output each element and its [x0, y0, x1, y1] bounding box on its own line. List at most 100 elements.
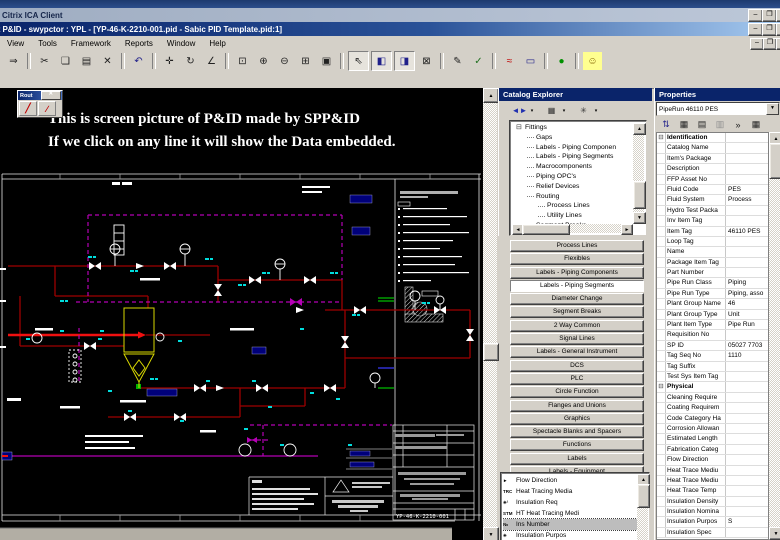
- property-row[interactable]: ⊟Identification: [657, 133, 768, 143]
- label-item-ht-heat-tracing-medi[interactable]: STMHT Heat Tracing Medi: [503, 508, 637, 519]
- palette-button-dcs[interactable]: DCS: [510, 360, 644, 372]
- palette-button-signal-lines[interactable]: Signal Lines: [510, 333, 644, 345]
- menu-framework[interactable]: Framework: [64, 39, 118, 48]
- app-restore-button[interactable]: ❐: [762, 23, 777, 36]
- property-row[interactable]: Heat Trace Mediu: [657, 476, 768, 486]
- menu-tools[interactable]: Tools: [31, 39, 64, 48]
- palette-button-flanges-and-unions[interactable]: Flanges and Unions: [510, 400, 644, 412]
- property-row[interactable]: ⊟Physical: [657, 382, 768, 392]
- property-row[interactable]: Insulation Spec: [657, 528, 768, 538]
- palette-button-diameter-change[interactable]: Diameter Change: [510, 293, 644, 305]
- property-value[interactable]: [726, 154, 768, 163]
- property-value[interactable]: [726, 133, 768, 142]
- property-value[interactable]: Piping, asso: [726, 289, 768, 298]
- smiley-icon[interactable]: ☺: [583, 52, 602, 70]
- select-group-icon[interactable]: ⊠: [417, 52, 436, 70]
- tree-item-gaps[interactable]: Gaps: [512, 133, 633, 143]
- zoom-in-icon[interactable]: ⊕: [254, 52, 273, 70]
- property-value[interactable]: [726, 216, 768, 225]
- property-value[interactable]: [726, 476, 768, 485]
- app-titlebar[interactable]: SmartPlant P&ID - swypctor : YPL - [YP-4…: [0, 22, 780, 36]
- property-value[interactable]: [726, 414, 768, 423]
- property-row[interactable]: Pipe Run TypePiping, asso: [657, 289, 768, 299]
- route-pipe-icon[interactable]: ╱: [19, 101, 37, 116]
- scroll-right-icon[interactable]: ►: [621, 224, 633, 235]
- select-segment-icon[interactable]: ◨: [394, 51, 415, 71]
- property-value[interactable]: 46: [726, 299, 768, 308]
- property-row[interactable]: Heat Trace Temp: [657, 486, 768, 496]
- property-row[interactable]: Loop Tag: [657, 237, 768, 247]
- scrollbar-thumb[interactable]: [637, 484, 650, 508]
- palette-button-process-lines[interactable]: Process Lines: [510, 240, 644, 252]
- property-value[interactable]: 46110 PES: [726, 227, 768, 236]
- route-toolbar-titlebar[interactable]: Rout ✕: [18, 91, 62, 100]
- property-value[interactable]: Unit: [726, 310, 768, 319]
- copy-icon[interactable]: ❏: [56, 52, 75, 70]
- palette-button-functions[interactable]: Functions: [510, 439, 644, 451]
- property-row[interactable]: Plant Group TypeUnit: [657, 310, 768, 320]
- route-point-icon[interactable]: ∕: [38, 101, 56, 116]
- fit-view-icon[interactable]: ◄►: [511, 106, 528, 115]
- category-view-icon[interactable]: ▦: [676, 117, 692, 132]
- scrollbar-thumb[interactable]: [483, 343, 499, 361]
- property-value[interactable]: [726, 434, 768, 443]
- menu-reports[interactable]: Reports: [118, 39, 160, 48]
- property-row[interactable]: Fabrication Categ: [657, 445, 768, 455]
- property-value[interactable]: [726, 175, 768, 184]
- palette-button-circle-function[interactable]: Circle Function: [510, 386, 644, 398]
- property-value[interactable]: [726, 206, 768, 215]
- property-row[interactable]: Test Sys Item Tag: [657, 372, 768, 382]
- tree-item-process-lines[interactable]: Process Lines: [512, 201, 633, 211]
- property-row[interactable]: Item's Package: [657, 154, 768, 164]
- scroll-up-icon[interactable]: ▲: [633, 123, 646, 135]
- scroll-down-icon[interactable]: ▼: [769, 527, 780, 540]
- property-value[interactable]: [726, 445, 768, 454]
- verify-icon[interactable]: ✓: [469, 52, 488, 70]
- tree-hscrollbar[interactable]: ◄ ►: [512, 224, 633, 233]
- print-icon[interactable]: ⇒: [4, 52, 23, 70]
- select-icon[interactable]: ⇖: [348, 51, 369, 71]
- property-row[interactable]: Plant Group Name46: [657, 299, 768, 309]
- drawing-canvas[interactable]: YP-46-K-2210-001: [0, 88, 483, 540]
- properties-item-selector[interactable]: PipeRun 46110 PES ▼: [656, 102, 780, 116]
- property-value[interactable]: Pipe Run: [726, 320, 768, 329]
- scrollbar-thumb[interactable]: [522, 224, 570, 235]
- details-view-icon[interactable]: ▤: [694, 117, 710, 132]
- tree-item-macrocomponents[interactable]: Macrocomponents: [512, 162, 633, 172]
- settings-icon[interactable]: ✳: [575, 106, 592, 115]
- property-row[interactable]: Code Category Ha: [657, 414, 768, 424]
- property-row[interactable]: Cleaning Require: [657, 393, 768, 403]
- chevron-down-icon[interactable]: ▾: [592, 108, 600, 114]
- property-value[interactable]: [726, 164, 768, 173]
- property-row[interactable]: Part Number: [657, 268, 768, 278]
- doc-minimize-button[interactable]: –: [750, 38, 764, 50]
- property-value[interactable]: [726, 143, 768, 152]
- minimize-button[interactable]: –: [748, 9, 763, 22]
- property-row[interactable]: Insulation PurposS: [657, 517, 768, 527]
- property-value[interactable]: [726, 247, 768, 256]
- close-button[interactable]: ✕: [776, 9, 780, 22]
- tree-vscrollbar[interactable]: ▲ ▼: [633, 123, 644, 224]
- more-icon[interactable]: »: [730, 117, 746, 132]
- undo-icon[interactable]: ↶: [129, 52, 148, 70]
- collapse-icon[interactable]: ⊟: [657, 382, 666, 391]
- chevron-down-icon[interactable]: ▼: [766, 103, 779, 115]
- property-value[interactable]: [726, 330, 768, 339]
- label-item-insulation-req[interactable]: ✳¹Insulation Req: [503, 497, 637, 508]
- property-row[interactable]: Package Item Tag: [657, 258, 768, 268]
- palette-button-labels[interactable]: Labels: [510, 453, 644, 465]
- panel-icon[interactable]: ▭: [521, 52, 540, 70]
- property-value[interactable]: 1110: [726, 351, 768, 360]
- properties-vscrollbar[interactable]: ▲ ▼: [769, 132, 780, 540]
- rotate-icon[interactable]: ↻: [181, 52, 200, 70]
- tree-item-routing[interactable]: Routing: [512, 192, 633, 202]
- menu-view[interactable]: View: [0, 39, 31, 48]
- select-item-icon[interactable]: ◧: [371, 51, 392, 71]
- property-value[interactable]: [726, 382, 768, 391]
- palette-button-flexibles[interactable]: Flexibles: [510, 253, 644, 265]
- property-value[interactable]: PES: [726, 185, 768, 194]
- chevron-down-icon[interactable]: ▾: [560, 108, 568, 114]
- property-value[interactable]: Piping: [726, 278, 768, 287]
- menu-window[interactable]: Window: [160, 39, 202, 48]
- label-item-insulation-purpos[interactable]: ✳Insulation Purpos: [503, 530, 637, 539]
